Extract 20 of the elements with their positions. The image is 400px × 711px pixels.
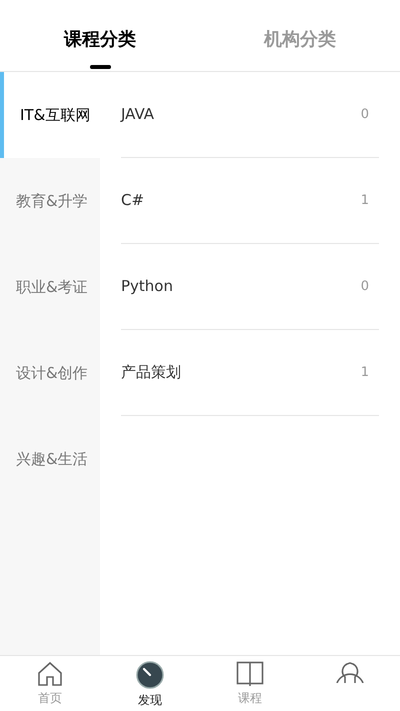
category-name[interactable]: JAVA [121,103,154,126]
course-count: 1 [360,192,370,210]
category-name[interactable]: C# [121,189,144,212]
sidebar-item[interactable]: 职业&考证 [0,244,100,330]
book-icon [236,661,264,687]
tab-indicator [90,65,110,69]
person-icon [336,661,364,683]
category-name[interactable]: Python [121,275,173,298]
home-icon [37,661,63,687]
nav-tab[interactable]: 发现 [100,656,200,711]
sidebar-item[interactable]: 教育&升学 [0,158,100,244]
compass-icon [136,661,164,689]
course-count: 1 [360,364,370,382]
sidebar-item[interactable]: 设计&创作 [0,330,100,416]
category-name[interactable]: 产品策划 [121,361,181,384]
course-count: 0 [360,278,370,296]
category-tab[interactable]: 课程分类 [0,28,200,71]
course-count: 0 [360,106,370,124]
sidebar-item[interactable]: IT&互联网 [0,72,100,158]
sidebar-item[interactable]: 兴趣&生活 [0,416,100,502]
